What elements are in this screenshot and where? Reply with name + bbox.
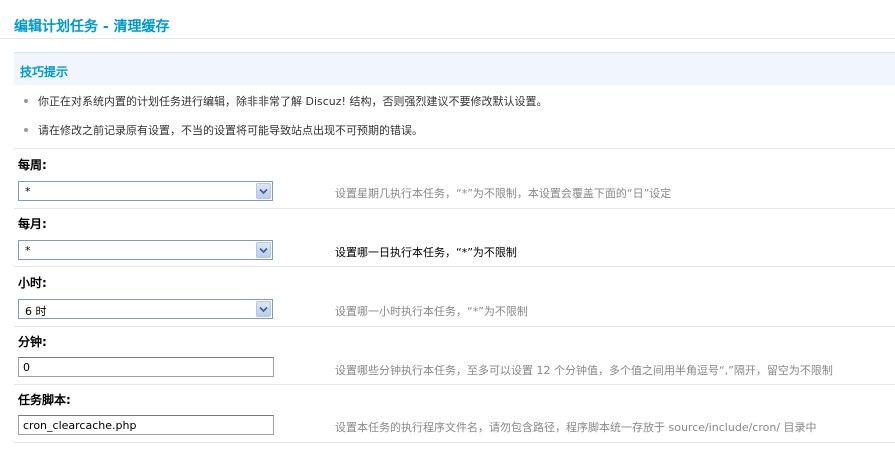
weekday-select-value: * xyxy=(25,185,31,198)
tip-item: 请在修改之前记录原有设置，不当的设置将可能导致站点出现不可预期的错误。 xyxy=(24,122,423,138)
day-select[interactable]: * xyxy=(18,240,273,260)
cron-edit-page: 编辑计划任务 - 清理缓存 技巧提示 你正在对系统内置的计划任务进行编辑，除非非… xyxy=(0,0,895,449)
script-input-value: cron_clearcache.php xyxy=(23,419,137,432)
hour-label: 小时: xyxy=(18,276,47,290)
row-divider xyxy=(14,148,895,149)
hour-select[interactable]: 6 时 xyxy=(18,299,273,319)
weekday-hint: 设置星期几执行本任务，“*”为不限制，本设置会覆盖下面的“日”设定 xyxy=(335,187,672,200)
script-input[interactable]: cron_clearcache.php xyxy=(18,415,274,435)
chevron-down-icon[interactable] xyxy=(256,183,271,199)
tip-text: 你正在对系统内置的计划任务进行编辑，除非非常了解 Discuz! 结构，否则强烈… xyxy=(38,95,548,108)
chevron-down-icon[interactable] xyxy=(256,301,271,317)
tip-item: 你正在对系统内置的计划任务进行编辑，除非非常了解 Discuz! 结构，否则强烈… xyxy=(24,93,547,109)
script-label: 任务脚本: xyxy=(18,393,71,407)
row-divider xyxy=(14,266,895,267)
minute-input[interactable]: 0 xyxy=(18,357,274,377)
row-divider xyxy=(14,442,895,443)
tips-header: 技巧提示 xyxy=(14,52,895,85)
minute-input-value: 0 xyxy=(23,361,30,374)
minute-hint: 设置哪些分钟执行本任务，至多可以设置 12 个分钟值，多个值之间用半角逗号“,”… xyxy=(335,364,833,377)
bullet-dot-icon xyxy=(24,99,28,103)
row-divider xyxy=(14,326,895,327)
chevron-down-icon[interactable] xyxy=(256,242,271,258)
weekday-label: 每周: xyxy=(18,158,47,172)
day-hint: 设置哪一日执行本任务，“*”为不限制 xyxy=(335,246,517,259)
day-select-value: * xyxy=(25,244,31,257)
weekday-select[interactable]: * xyxy=(18,181,273,201)
hour-select-value: 6 时 xyxy=(25,305,47,318)
hour-hint: 设置哪一小时执行本任务，“*”为不限制 xyxy=(335,305,528,318)
row-divider xyxy=(14,208,895,209)
day-label: 每月: xyxy=(18,217,47,231)
title-divider xyxy=(0,38,895,39)
script-hint: 设置本任务的执行程序文件名，请勿包含路径，程序脚本统一存放于 source/in… xyxy=(335,421,817,434)
page-title: 编辑计划任务 - 清理缓存 xyxy=(14,19,170,35)
row-divider xyxy=(14,384,895,385)
minute-label: 分钟: xyxy=(18,335,47,349)
tip-text: 请在修改之前记录原有设置，不当的设置将可能导致站点出现不可预期的错误。 xyxy=(38,124,423,137)
tips-heading: 技巧提示 xyxy=(20,65,69,79)
bullet-dot-icon xyxy=(24,128,28,132)
